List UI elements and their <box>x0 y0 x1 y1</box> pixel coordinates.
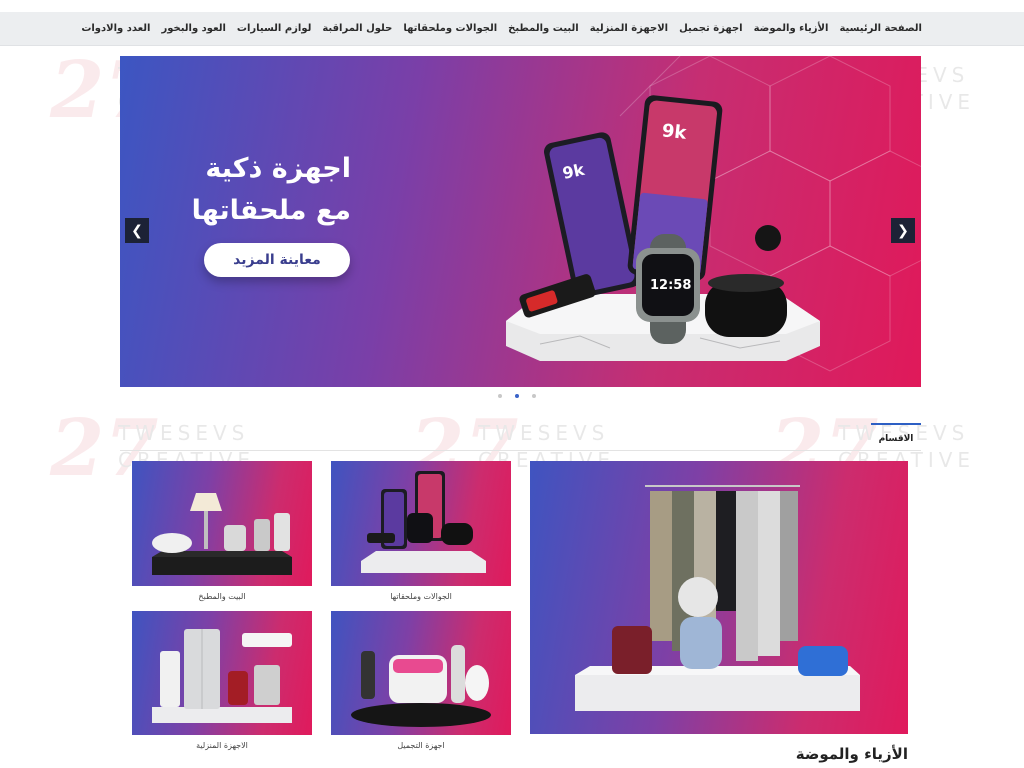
mobiles-image <box>331 461 511 586</box>
slide-dot-3[interactable] <box>532 394 536 398</box>
category-caption-home-appliances: الاجهزة المنزلية <box>196 741 248 750</box>
main-navigation: الصفحة الرئيسية الأزياء والموضة اجهزة تج… <box>0 12 1024 46</box>
nav-item-beauty-devices[interactable]: اجهزة تجميل <box>679 23 743 34</box>
watch-time: 12:58 <box>650 278 691 293</box>
home-appliances-product-image <box>152 629 292 723</box>
watermark-line1: TWESEVS <box>118 421 250 445</box>
home-kitchen-product-image <box>152 493 292 575</box>
category-card-fashion[interactable] <box>530 461 908 734</box>
sections-tab[interactable]: الاقسام <box>871 423 921 452</box>
nav-list: الصفحة الرئيسية الأزياء والموضة اجهزة تج… <box>81 12 922 45</box>
slide-dot-2[interactable] <box>515 394 519 398</box>
slider-pagination <box>498 394 536 398</box>
category-card-beauty-devices[interactable]: اجهزة التجميل <box>331 611 511 759</box>
nav-item-surveillance[interactable]: حلول المراقبة <box>322 23 392 34</box>
featured-category-title: الأزياء والموضة <box>795 745 908 763</box>
category-card-mobiles[interactable]: الجوالات وملحقاتها <box>331 461 511 609</box>
hero-headline-line1: اجهزة ذكية <box>205 153 351 184</box>
nav-item-tools[interactable]: العدد والادوات <box>81 23 150 34</box>
watermark-line1: TWESEVS <box>478 421 610 445</box>
hero-slider: اجهزة ذكية مع ملحقاتها معاينة المزيد 9k … <box>120 56 921 387</box>
category-caption-beauty-devices: اجهزة التجميل <box>397 741 445 750</box>
hero-product-image: 9k 9k 12:58 <box>506 95 820 361</box>
beauty-devices-product-image <box>351 645 491 727</box>
category-card-home-appliances[interactable]: الاجهزة المنزلية <box>132 611 312 759</box>
chevron-right-icon: ❯ <box>897 222 909 239</box>
slider-prev-button[interactable]: ❮ <box>125 218 149 243</box>
sections-divider <box>120 450 921 451</box>
nav-item-home[interactable]: الصفحة الرئيسية <box>839 23 922 34</box>
category-card-home-kitchen[interactable]: البيت والمطبخ <box>132 461 312 609</box>
home-appliances-image <box>132 611 312 735</box>
category-caption-mobiles: الجوالات وملحقاتها <box>390 592 452 601</box>
nav-item-fashion[interactable]: الأزياء والموضة <box>754 23 829 34</box>
nav-item-mobiles[interactable]: الجوالات وملحقاتها <box>403 23 497 34</box>
nav-item-car-supplies[interactable]: لوازم السيارات <box>237 23 311 34</box>
nav-item-home-appliances[interactable]: الاجهزة المنزلية <box>590 23 668 34</box>
home-kitchen-image <box>132 461 312 586</box>
slider-next-button[interactable]: ❯ <box>891 218 915 243</box>
phone-b-label: 9k <box>661 120 689 144</box>
fashion-product-image <box>575 485 860 711</box>
nav-item-oud-incense[interactable]: العود والبخور <box>161 23 225 34</box>
chevron-left-icon: ❮ <box>131 222 143 239</box>
category-caption-home-kitchen: البيت والمطبخ <box>198 592 246 601</box>
fashion-image <box>530 461 908 734</box>
hero-headline: اجهزة ذكية مع ملحقاتها <box>192 148 351 232</box>
view-more-button[interactable]: معاينة المزيد <box>204 243 350 277</box>
beauty-devices-image <box>331 611 511 735</box>
hero-headline-line2: مع ملحقاتها <box>191 195 351 226</box>
nav-item-home-kitchen[interactable]: البيت والمطبخ <box>508 23 579 34</box>
mobiles-product-image <box>361 471 486 573</box>
slide-dot-1[interactable] <box>498 394 502 398</box>
